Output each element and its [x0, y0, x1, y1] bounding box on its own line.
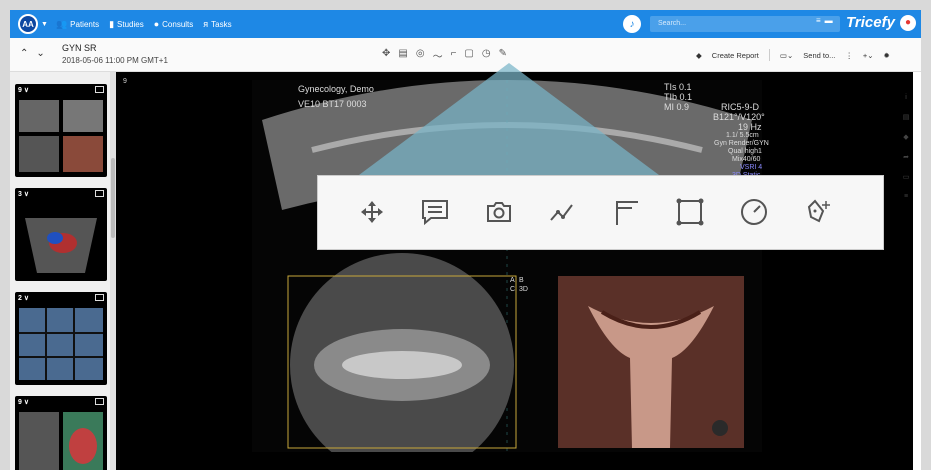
nav-patients[interactable]: 👥 Patients [56, 19, 99, 30]
chat-icon: ● [153, 19, 160, 29]
overlay-probe: RIC5-9-D [721, 102, 760, 112]
top-nav: AA ▼ 👥 Patients ▮ Studies ● Consults ᴙ T… [10, 10, 921, 38]
avatar[interactable]: AA [18, 14, 38, 34]
list-icon[interactable]: ≡ [904, 193, 908, 200]
polyline-icon[interactable] [544, 194, 580, 230]
overlay-vsri: VSRI 4 [740, 164, 763, 171]
thumbnail-label: 9 ∨ [18, 87, 29, 94]
monitor-icon[interactable]: ▭⌄ [780, 51, 793, 60]
document-icon[interactable]: ▤ [903, 113, 910, 121]
search-input[interactable]: Search... [650, 16, 840, 32]
thumbnail-strip: 9 ∨ 3 ∨ 2 ∨ 9 ∨ [10, 72, 116, 470]
folder-icon: ▮ [109, 18, 115, 29]
nav-label: Patients [70, 19, 100, 29]
thumbnail-image [19, 308, 103, 380]
overlay-tis: TIs 0.1 [664, 82, 692, 92]
image-icon [95, 398, 104, 405]
gear-icon[interactable]: ✹ [884, 51, 890, 60]
angle-icon[interactable]: ⌐ [451, 48, 457, 63]
send-to-button[interactable]: Send to... [803, 51, 835, 60]
thumbnail-image [19, 412, 103, 470]
nav-label: Consults [162, 19, 194, 29]
move-icon[interactable]: ✥ [382, 48, 390, 63]
tag-icon[interactable]: ◆ [696, 51, 702, 60]
overlay-angle: B121°/V120° [713, 112, 765, 122]
notification-bell-icon[interactable]: ♪ [623, 15, 641, 33]
thumbnail-image [25, 218, 97, 273]
view-label-3d: 3D [519, 286, 528, 293]
add-icon[interactable]: +⌄ [863, 51, 874, 60]
overlay-qual: Qual high1 [728, 148, 762, 155]
right-rail [913, 72, 921, 470]
people-icon: 👥 [55, 18, 68, 29]
rectangle-icon[interactable]: ▢ [464, 48, 473, 63]
nav-tasks[interactable]: ᴙ Tasks [203, 19, 231, 29]
image-icon [95, 86, 104, 93]
comment-icon[interactable]: ▤ [398, 48, 407, 63]
camera-icon[interactable]: ◎ [416, 48, 425, 63]
overlay-tib: TIb 0.1 [664, 92, 693, 102]
thumbnail-item[interactable]: 3 ∨ [15, 188, 107, 281]
tool-tray: ✥ ▤ ◎ 〜 ⌐ ▢ ◷ ✎ [382, 48, 507, 63]
thumbnail-item[interactable]: 9 ∨ [15, 84, 107, 177]
camera-icon[interactable] [481, 194, 517, 230]
divider [768, 49, 770, 61]
angle-icon[interactable] [608, 194, 644, 230]
device-id: VE10 BT17 0003 [298, 99, 367, 109]
thumbnail-image [19, 100, 103, 172]
image-icon [95, 190, 104, 197]
share-icon[interactable]: ➦ [903, 153, 909, 161]
comment-icon[interactable]: ▭ [903, 173, 910, 181]
view-label-b: B [519, 277, 524, 284]
image-icon [95, 294, 104, 301]
overlay-mi: MI 0.9 [664, 102, 690, 112]
overlay-freq: 19 Hz [738, 122, 762, 132]
view-label-c: C [510, 286, 516, 293]
overlay-mode: Gyn Render/GYN [714, 140, 769, 147]
thumbnail-label: 9 ∨ [18, 399, 29, 406]
search-filter-icons[interactable]: ≡▬ [816, 16, 837, 25]
right-rail-icons: i ▤ ◆ ➦ ▭ ≡ [900, 94, 912, 200]
zoom-callout [359, 63, 659, 175]
nav-label: Tasks [211, 19, 232, 29]
view-label-a: A [510, 277, 515, 284]
image-number: 9 [123, 78, 127, 85]
study-title: GYN SR [62, 43, 97, 53]
more-vert-icon[interactable]: ⋮ [845, 51, 853, 60]
rectangle-icon[interactable] [672, 194, 708, 230]
overlay-depth: 1.1/ 5.5cm [726, 132, 759, 139]
header-actions: ◆ Create Report ▭⌄ Send to... ⋮ +⌄ ✹ [696, 49, 890, 61]
gauge-icon[interactable]: ◷ [482, 48, 491, 63]
create-report-button[interactable]: Create Report [712, 51, 759, 60]
thumbnail-label: 3 ∨ [18, 191, 29, 198]
avatar-chevron-down-icon[interactable]: ▼ [41, 21, 48, 28]
pen-add-icon[interactable]: ✎ [499, 48, 507, 63]
polyline-icon[interactable]: 〜 [433, 48, 443, 63]
thumbnail-item[interactable]: 9 ∨ [15, 396, 107, 470]
user-menu-icon[interactable]: ● [900, 15, 916, 31]
thumbnail-scroll-handle[interactable] [111, 158, 115, 238]
tasks-icon: ᴙ [203, 19, 209, 29]
app-frame: AA ▼ 👥 Patients ▮ Studies ● Consults ᴙ T… [10, 10, 921, 470]
tag-icon[interactable]: ◆ [903, 133, 908, 141]
nav-label: Studies [117, 19, 144, 29]
thumbnail-label: 2 ∨ [18, 295, 29, 302]
pen-add-icon[interactable] [800, 194, 836, 230]
gauge-icon[interactable] [736, 194, 772, 230]
comment-icon[interactable] [417, 194, 453, 230]
info-icon[interactable]: i [905, 94, 907, 101]
nav-studies[interactable]: ▮ Studies [109, 19, 144, 30]
brand-logo: Tricefy [846, 14, 895, 31]
overlay-mix: Mix40/60 [732, 156, 761, 163]
nav-consults[interactable]: ● Consults [154, 19, 194, 29]
move-icon[interactable] [354, 194, 390, 230]
study-date: 2018-05-06 11:00 PM GMT+1 [62, 56, 168, 65]
toolbar-zoom-popup [317, 175, 884, 250]
study-nav-arrows[interactable]: ⌃⌄ [20, 48, 53, 59]
thumbnail-item[interactable]: 2 ∨ [15, 292, 107, 385]
